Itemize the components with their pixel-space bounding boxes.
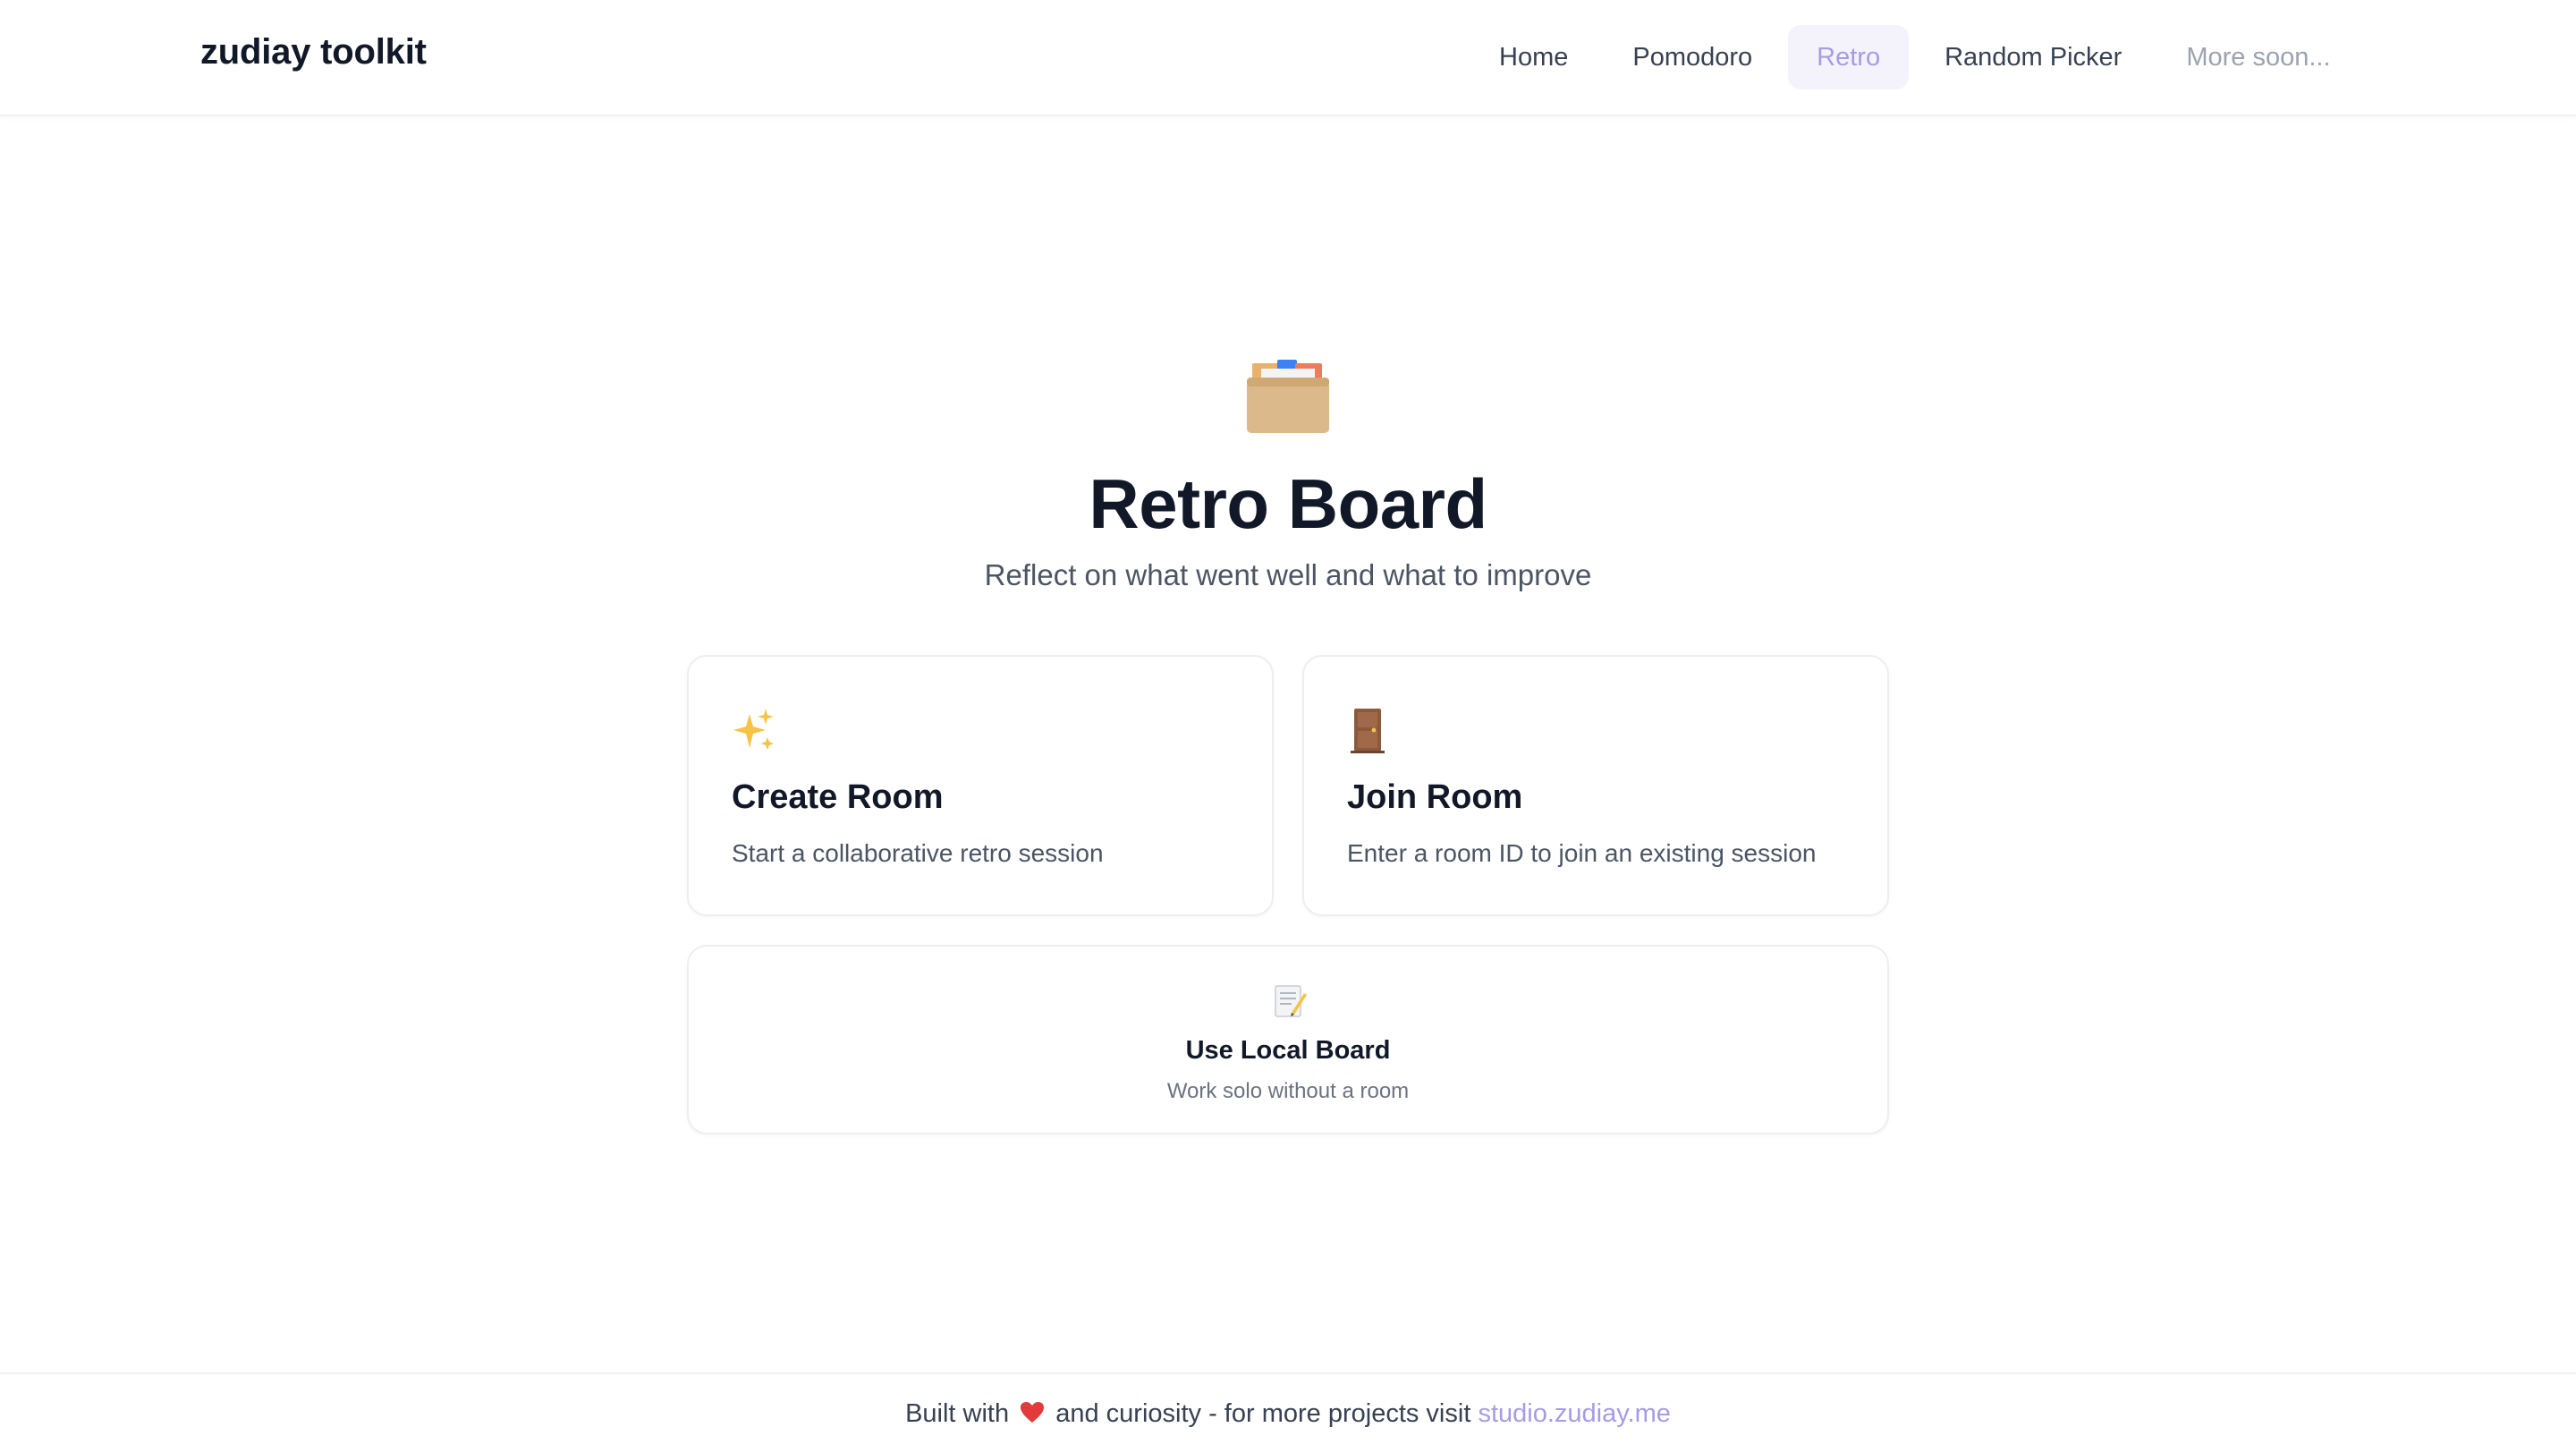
sparkles-icon: [733, 709, 774, 750]
use-local-board-description: Work solo without a room: [1166, 1079, 1410, 1103]
join-room-title: Join Room: [1347, 778, 1523, 816]
create-room-description: Start a collaborative retro session: [732, 839, 1104, 867]
footer-middle: and curiosity - for more projects visit: [1055, 1399, 1471, 1428]
nav-random-picker[interactable]: Random Picker: [1916, 25, 2150, 89]
join-room-description: Enter a room ID to join an existing sess…: [1347, 839, 1817, 867]
footer-studio-link[interactable]: studio.zudiay.me: [1478, 1399, 1670, 1428]
page-subtitle: Reflect on what went well and what to im…: [984, 558, 1592, 591]
use-local-board-title: Use Local Board: [1185, 1036, 1391, 1065]
nav-more-soon[interactable]: More soon...: [2157, 25, 2359, 89]
nav-home[interactable]: Home: [1470, 25, 1597, 89]
use-local-board-card[interactable]: Use Local Board Work solo without a room: [687, 945, 1889, 1134]
door-icon: [1351, 709, 1385, 753]
footer-text: Built with and curiosity - for more proj…: [0, 1399, 2576, 1429]
heart-icon: [1021, 1402, 1045, 1423]
join-room-card[interactable]: Join Room Enter a room ID to join an exi…: [1302, 655, 1889, 916]
page-footer: Built with and curiosity - for more proj…: [0, 1372, 2576, 1453]
footer-prefix: Built with: [905, 1399, 1010, 1428]
brand-logo[interactable]: zudiay toolkit: [200, 32, 427, 72]
main-nav: Home Pomodoro Retro Random Picker More s…: [1470, 25, 2367, 89]
top-header: zudiay toolkit Home Pomodoro Retro Rando…: [0, 0, 2576, 116]
nav-pomodoro[interactable]: Pomodoro: [1604, 25, 1781, 89]
create-room-title: Create Room: [732, 778, 944, 816]
memo-icon: [1275, 985, 1307, 1017]
page-title: Retro Board: [1089, 464, 1487, 543]
card-file-box-icon: [1247, 360, 1329, 433]
page: zudiay toolkit Home Pomodoro Retro Rando…: [0, 0, 2576, 1453]
nav-retro[interactable]: Retro: [1788, 25, 1910, 89]
create-room-card[interactable]: Create Room Start a collaborative retro …: [687, 655, 1274, 916]
